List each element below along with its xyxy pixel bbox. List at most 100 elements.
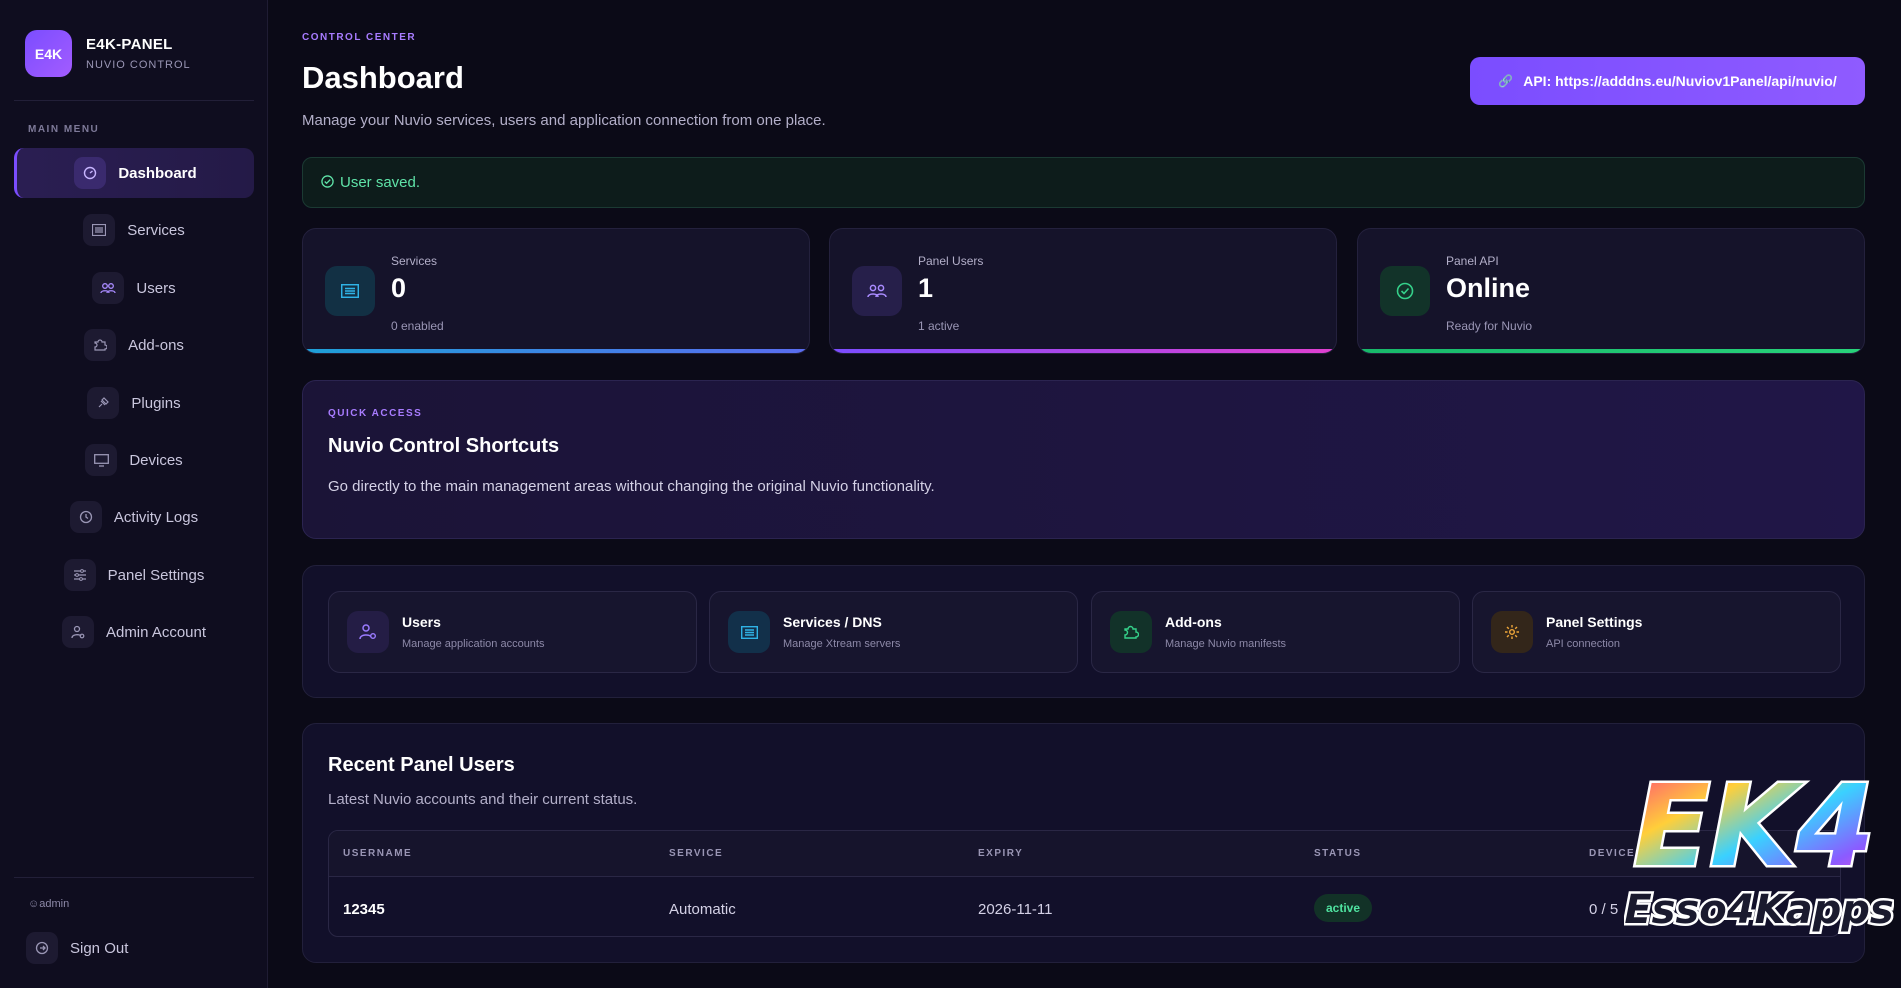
alert-text: User saved.: [340, 174, 421, 191]
stat-label: Services: [391, 254, 438, 268]
gauge-icon: [74, 157, 107, 189]
sidebar-item-panel-settings[interactable]: Panel Settings: [14, 550, 254, 600]
shortcut-title: Users: [402, 614, 441, 630]
cell-service: Automatic: [669, 901, 736, 918]
sidebar-item-label: Devices: [129, 451, 183, 469]
brand-subtitle: NUVIO CONTROL: [86, 59, 191, 71]
puzzle-icon: [1110, 611, 1152, 653]
stat-accent-bar: [303, 349, 809, 353]
column-header: EXPIRY: [978, 848, 1024, 859]
column-header: STATUS: [1314, 848, 1362, 859]
sidebar-item-label: Dashboard: [118, 164, 197, 182]
ek4-watermark-logo: EK4 Esso4Kapps: [1624, 760, 1894, 936]
users-icon: [92, 272, 125, 304]
users-icon: [852, 266, 902, 316]
sidebar-item-label: Activity Logs: [113, 508, 199, 526]
shortcuts-panel: Users Manage application accounts Servic…: [302, 565, 1865, 698]
cell-devices: 0 / 5: [1589, 901, 1619, 918]
sidebar-item-label: Plugins: [131, 394, 181, 412]
sidebar-item-devices[interactable]: Devices: [14, 435, 254, 485]
shortcut-panel-settings[interactable]: Panel Settings API connection: [1472, 591, 1841, 673]
check-circle-icon: [1380, 266, 1430, 316]
puzzle-icon: [84, 329, 117, 361]
brand-logo: E4K: [25, 30, 72, 77]
stat-label: Panel Users: [918, 254, 984, 268]
page-eyebrow: CONTROL CENTER: [302, 32, 417, 43]
history-icon: [69, 501, 102, 533]
recent-users-subtitle: Latest Nuvio accounts and their current …: [328, 791, 638, 808]
api-url-label: API: https://adddns.eu/Nuviov1Panel/api/…: [1523, 73, 1837, 89]
shortcut-subtitle: Manage Nuvio manifests: [1165, 638, 1287, 650]
column-header: SERVICE: [669, 848, 724, 859]
quick-access-eyebrow: QUICK ACCESS: [328, 408, 423, 419]
sign-out-label: Sign Out: [70, 939, 129, 957]
page-subtitle: Manage your Nuvio services, users and ap…: [302, 112, 826, 129]
page-title: Dashboard: [302, 60, 464, 95]
stat-value: 0: [391, 273, 407, 303]
recent-users-title: Recent Panel Users: [328, 754, 515, 776]
cell-expiry: 2026-11-11: [978, 901, 1053, 918]
server-list-icon: [728, 611, 770, 653]
sidebar-item-label: Admin Account: [105, 623, 207, 641]
quick-access-description: Go directly to the main management areas…: [328, 478, 935, 495]
stat-label: Panel API: [1446, 254, 1499, 268]
shortcut-subtitle: Manage Xtream servers: [783, 638, 901, 650]
shortcut-addons[interactable]: Add-ons Manage Nuvio manifests: [1091, 591, 1460, 673]
brand[interactable]: E4K E4K-PANEL NUVIO CONTROL: [25, 30, 191, 77]
shortcut-title: Add-ons: [1165, 614, 1222, 630]
sidebar-item-admin-account[interactable]: Admin Account: [14, 607, 254, 657]
user-icon: ☺: [28, 898, 40, 910]
shortcut-title: Services / DNS: [783, 614, 882, 630]
monitor-icon: [85, 444, 118, 476]
sidebar-item-label: Panel Settings: [107, 566, 205, 584]
current-user: ☺admin: [28, 898, 70, 910]
success-alert: User saved.: [302, 157, 1865, 208]
cell-username[interactable]: 12345: [343, 901, 385, 918]
shortcut-subtitle: Manage application accounts: [402, 638, 545, 650]
sidebar-item-label: Add-ons: [128, 336, 184, 354]
sidebar-item-addons[interactable]: Add-ons: [14, 320, 254, 370]
shortcut-services-dns[interactable]: Services / DNS Manage Xtream servers: [709, 591, 1078, 673]
column-header: USERNAME: [343, 848, 413, 859]
stat-value: 1: [918, 273, 934, 303]
link-icon: 🔗: [1498, 74, 1514, 88]
divider: [14, 100, 254, 101]
stat-accent-bar: [830, 349, 1336, 353]
check-circle-icon: [321, 174, 334, 191]
sign-out-button[interactable]: Sign Out: [26, 932, 128, 964]
stat-accent-bar: [1358, 349, 1864, 353]
server-list-icon: [325, 266, 375, 316]
svg-text:EK4: EK4: [1633, 762, 1874, 892]
brand-title: E4K-PANEL: [86, 36, 173, 53]
sidebar-item-services[interactable]: Services: [14, 205, 254, 255]
recent-users-table: USERNAME SERVICE EXPIRY STATUS DEVICES 1…: [328, 830, 1841, 937]
menu-section-label: MAIN MENU: [28, 124, 100, 135]
stat-value: Online: [1446, 273, 1531, 303]
sidebar-item-label: Users: [136, 279, 176, 297]
divider: [14, 877, 254, 878]
quick-access-panel: QUICK ACCESS Nuvio Control Shortcuts Go …: [302, 380, 1865, 539]
sidebar-item-dashboard[interactable]: Dashboard: [14, 148, 254, 198]
stat-note: 0 enabled: [391, 319, 444, 333]
sidebar: E4K E4K-PANEL NUVIO CONTROL MAIN MENU Da…: [0, 0, 268, 988]
stat-card-services: Services 0 0 enabled: [302, 228, 810, 354]
stat-card-panel-api: Panel API Online Ready for Nuvio: [1357, 228, 1865, 354]
shortcut-users[interactable]: Users Manage application accounts: [328, 591, 697, 673]
stat-note: 1 active: [918, 319, 960, 333]
plug-icon: [87, 387, 120, 419]
sign-out-icon: [26, 932, 58, 964]
sidebar-item-label: Services: [127, 221, 185, 239]
sidebar-item-plugins[interactable]: Plugins: [14, 378, 254, 428]
stat-note: Ready for Nuvio: [1446, 319, 1533, 333]
status-badge: active: [1314, 894, 1373, 922]
svg-text:Esso4Kapps: Esso4Kapps: [1624, 887, 1893, 933]
sidebar-item-users[interactable]: Users: [14, 263, 254, 313]
gear-icon: [1491, 611, 1533, 653]
sidebar-item-activity-logs[interactable]: Activity Logs: [14, 492, 254, 542]
api-url-button[interactable]: 🔗 API: https://adddns.eu/Nuviov1Panel/ap…: [1470, 57, 1865, 105]
shortcut-title: Panel Settings: [1546, 614, 1643, 630]
quick-access-title: Nuvio Control Shortcuts: [328, 435, 560, 457]
user-gear-icon: [61, 616, 94, 648]
sliders-icon: [63, 559, 96, 591]
shortcut-subtitle: API connection: [1546, 638, 1620, 650]
